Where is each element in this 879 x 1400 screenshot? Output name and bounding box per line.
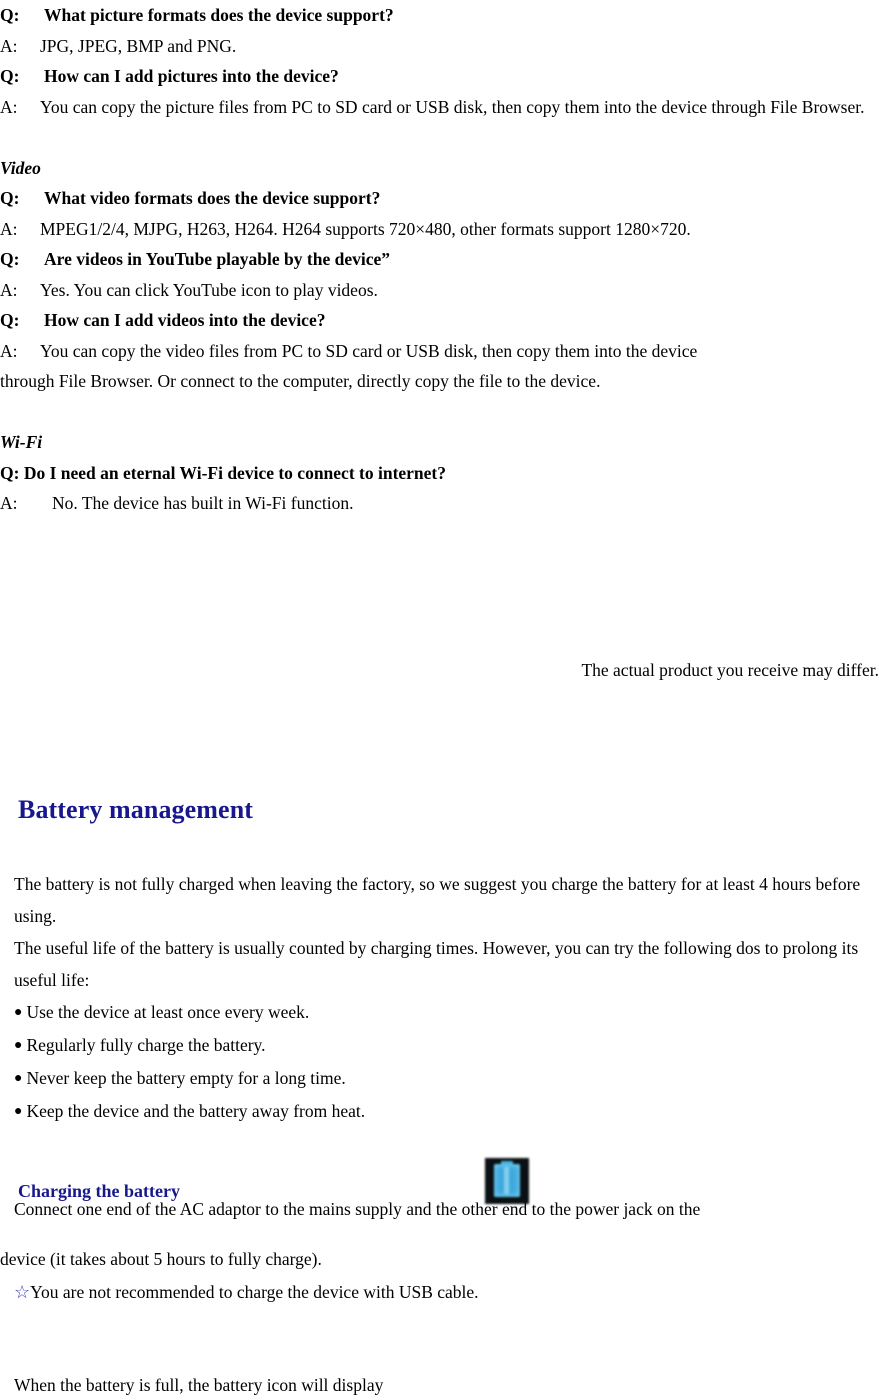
- battery-management-heading: Battery management: [18, 795, 254, 825]
- faq-answer: A: No. The device has built in Wi-Fi func…: [0, 488, 879, 519]
- answer-label: A:: [0, 35, 18, 56]
- faq-question: Q: What video formats does the device sup…: [0, 183, 879, 214]
- battery-management-body: The battery is not fully charged when le…: [14, 868, 879, 1128]
- bullet-icon: ●: [14, 1038, 23, 1053]
- faq-question: Q: How can I add pictures into the device…: [0, 61, 879, 92]
- battery-paragraph: The useful life of the battery is usuall…: [14, 938, 859, 990]
- question-text: What picture formats does the device sup…: [44, 5, 394, 25]
- faq-question: Q: Are videos in YouTube playable by the …: [0, 244, 879, 275]
- battery-bullet-item: ● Keep the device and the battery away fr…: [14, 1095, 879, 1128]
- question-label: Q:: [0, 188, 20, 208]
- document-page: Q: What picture formats does the device s…: [0, 0, 879, 1395]
- question-label: Q:: [0, 310, 20, 330]
- bullet-icon: ●: [14, 1071, 23, 1086]
- video-section-heading: Video: [0, 157, 41, 178]
- wifi-section-heading: Wi-Fi: [0, 432, 43, 452]
- answer-text: MPEG1/2/4, MJPG, H263, H264. H264 suppor…: [40, 218, 691, 239]
- faq-answer: A: Yes. You can click YouTube icon to pla…: [0, 275, 879, 306]
- faq-answer: A: You can copy the picture files from PC…: [0, 92, 879, 123]
- question-text: How can I add videos into the device?: [44, 310, 326, 330]
- battery-paragraph: The battery is not fully charged when le…: [14, 874, 861, 926]
- bullet-text: Use the device at least once every week.: [26, 1002, 310, 1022]
- bullet-text: Regularly fully charge the battery.: [26, 1035, 266, 1055]
- answer-text: Yes. You can click YouTube icon to play …: [40, 279, 378, 300]
- question-label: Q:: [0, 5, 20, 25]
- charging-warning-text: You are not recommended to charge the de…: [30, 1281, 479, 1302]
- battery-bullet-item: ● Use the device at least once every week…: [14, 996, 879, 1029]
- product-differ-notice: The actual product you receive may diffe…: [581, 660, 879, 680]
- faq-question: Q: How can I add videos into the device?: [0, 305, 879, 336]
- battery-charging-icon: [485, 1158, 529, 1204]
- faq-answer: A: You can copy the video files from PC t…: [0, 336, 879, 367]
- bullet-icon: ●: [14, 1005, 23, 1020]
- question-label: Q:: [0, 66, 20, 86]
- answer-label: A:: [0, 279, 18, 300]
- faq-answer: A: JPG, JPEG, BMP and PNG.: [0, 31, 879, 62]
- question-text: Are videos in YouTube playable by the de…: [44, 249, 390, 269]
- bullet-text: Never keep the battery empty for a long …: [26, 1068, 346, 1088]
- question-label: Q:: [0, 249, 20, 269]
- answer-label: A:: [0, 218, 18, 239]
- answer-text: JPG, JPEG, BMP and PNG.: [40, 35, 237, 56]
- question-text: What video formats does the device suppo…: [44, 188, 381, 208]
- charging-body: Connect one end of the AC adaptor to the…: [14, 1193, 879, 1225]
- charging-line-2: device (it takes about 5 hours to fully …: [0, 1248, 322, 1269]
- answer-label: A:: [0, 96, 18, 117]
- battery-full-line: When the battery is full, the battery ic…: [14, 1374, 384, 1395]
- answer-label: A:: [0, 493, 18, 513]
- answer-text: No. The device has built in Wi-Fi functi…: [52, 493, 354, 513]
- answer-text: You can copy the video files from PC to …: [40, 340, 698, 361]
- charging-line-3: ☆You are not recommended to charge the d…: [14, 1276, 879, 1308]
- faq-section: Q: What picture formats does the device s…: [0, 0, 879, 519]
- bullet-text: Keep the device and the battery away fro…: [26, 1101, 366, 1121]
- faq-answer-continuation: through File Browser. Or connect to the …: [0, 371, 601, 391]
- star-icon: ☆: [14, 1281, 31, 1302]
- faq-question: Q: What picture formats does the device s…: [0, 0, 879, 31]
- answer-text: You can copy the picture files from PC t…: [40, 96, 865, 117]
- battery-gloss: [504, 1167, 509, 1194]
- bullet-icon: ●: [14, 1104, 23, 1119]
- faq-question: Q: Do I need an eternal Wi-Fi device to …: [0, 462, 447, 483]
- battery-bullet-item: ● Regularly fully charge the battery.: [14, 1029, 879, 1062]
- answer-label: A:: [0, 340, 18, 361]
- charging-line-1: Connect one end of the AC adaptor to the…: [14, 1199, 701, 1219]
- faq-answer: A: MPEG1/2/4, MJPG, H263, H264. H264 supp…: [0, 214, 879, 245]
- battery-bullet-item: ● Never keep the battery empty for a long…: [14, 1062, 879, 1095]
- question-text: How can I add pictures into the device?: [44, 66, 339, 86]
